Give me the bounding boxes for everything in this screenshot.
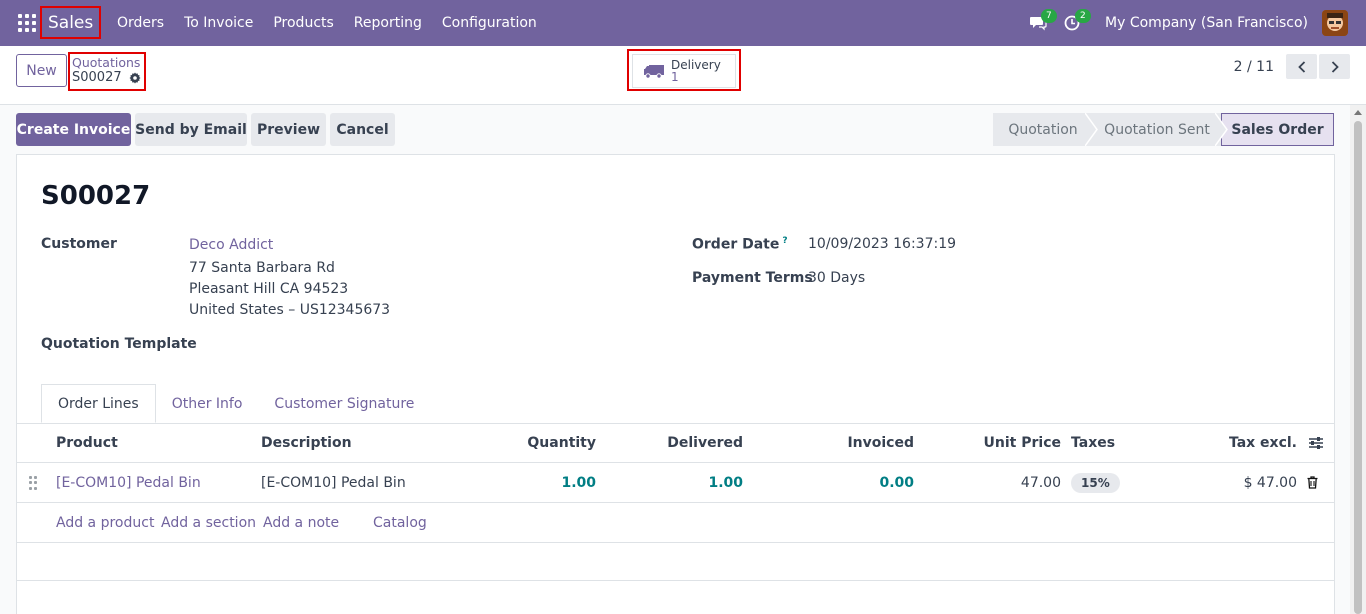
activities-button[interactable]: 2 bbox=[1055, 0, 1091, 46]
breadcrumb: Quotations S00027 bbox=[68, 52, 146, 91]
quotation-template-label: Quotation Template bbox=[41, 336, 197, 352]
column-description[interactable]: Description bbox=[261, 423, 352, 463]
breadcrumb-current: S00027 bbox=[72, 70, 142, 86]
stage-arrow-divider-2 bbox=[1215, 113, 1228, 146]
scroll-thumb[interactable] bbox=[1354, 121, 1362, 614]
preview-button[interactable]: Preview bbox=[251, 113, 326, 146]
payment-terms-field[interactable]: 30 Days bbox=[808, 270, 865, 286]
drag-handle-icon[interactable] bbox=[29, 476, 37, 490]
order-date-label-wrap: Order Date? bbox=[692, 236, 788, 253]
delivery-smart-text: Delivery 1 bbox=[671, 59, 721, 83]
record-pager: 2 / 11 bbox=[1234, 54, 1350, 79]
delivery-count: 1 bbox=[671, 70, 679, 84]
new-button[interactable]: New bbox=[16, 54, 67, 87]
breadcrumb-current-label: S00027 bbox=[72, 70, 122, 85]
catalog-link[interactable]: Catalog bbox=[373, 503, 427, 543]
row-tax-excl: $ 47.00 bbox=[1243, 475, 1297, 491]
page-scrollbar[interactable] bbox=[1350, 105, 1366, 614]
menu-orders[interactable]: Orders bbox=[107, 0, 174, 46]
pager-value[interactable]: 2 / 11 bbox=[1234, 59, 1274, 75]
row-taxes[interactable]: 15% bbox=[1071, 463, 1120, 503]
control-panel: New Quotations S00027 Delivery 1 2 / 11 bbox=[0, 46, 1366, 105]
pager-next-button[interactable] bbox=[1319, 54, 1350, 79]
chevron-left-icon bbox=[1297, 60, 1305, 73]
add-product-link[interactable]: Add a product bbox=[56, 503, 154, 543]
user-avatar[interactable] bbox=[1322, 10, 1348, 36]
send-by-email-button[interactable]: Send by Email bbox=[135, 113, 247, 146]
tab-other-info[interactable]: Other Info bbox=[156, 384, 259, 423]
table-header: Product Description Quantity Delivered I… bbox=[17, 423, 1334, 463]
menu-reporting[interactable]: Reporting bbox=[344, 0, 432, 46]
order-date-help-icon[interactable]: ? bbox=[782, 236, 787, 246]
column-unit-price[interactable]: Unit Price bbox=[957, 423, 1061, 463]
add-note-link[interactable]: Add a note bbox=[263, 503, 339, 543]
gear-icon[interactable] bbox=[129, 72, 141, 84]
order-lines-table: Product Description Quantity Delivered I… bbox=[17, 423, 1334, 581]
app-name-sales[interactable]: Sales bbox=[40, 6, 102, 39]
tab-customer-signature[interactable]: Customer Signature bbox=[258, 384, 430, 423]
add-section-link[interactable]: Add a section bbox=[161, 503, 256, 543]
add-line-row: Add a product Add a section Add a note C… bbox=[17, 503, 1334, 543]
stage-sales-order[interactable]: Sales Order bbox=[1221, 113, 1334, 146]
customer-label: Customer bbox=[41, 236, 117, 252]
apps-grid-icon[interactable] bbox=[18, 14, 36, 32]
payment-terms-label: Payment Terms bbox=[692, 270, 813, 286]
activities-count-badge: 2 bbox=[1075, 9, 1091, 23]
row-delivered[interactable]: 1.00 bbox=[637, 463, 743, 503]
breadcrumb-quotations-link[interactable]: Quotations bbox=[72, 56, 142, 70]
stage-quotation-sent[interactable]: Quotation Sent bbox=[1093, 113, 1221, 146]
notebook-tabs: Order Lines Other Info Customer Signatur… bbox=[41, 384, 430, 424]
column-product[interactable]: Product bbox=[56, 423, 118, 463]
stage-arrow-divider-1 bbox=[1085, 113, 1098, 146]
column-taxes[interactable]: Taxes bbox=[1071, 423, 1115, 463]
user-avatar-icon bbox=[1322, 10, 1348, 36]
customer-name-link[interactable]: Deco Addict bbox=[189, 237, 273, 253]
table-row[interactable]: [E-COM10] Pedal Bin [E-COM10] Pedal Bin … bbox=[17, 463, 1334, 503]
customer-address-line3: United States – US12345673 bbox=[189, 302, 391, 318]
chevron-right-icon bbox=[1331, 60, 1339, 73]
form-sheet: S00027 Customer Deco Addict 77 Santa Bar… bbox=[16, 154, 1335, 614]
menu-configuration[interactable]: Configuration bbox=[432, 0, 547, 46]
pager-previous-button[interactable] bbox=[1286, 54, 1317, 79]
row-unit-price[interactable]: 47.00 bbox=[957, 463, 1061, 503]
truck-icon bbox=[644, 65, 664, 79]
create-invoice-button[interactable]: Create Invoice bbox=[16, 113, 131, 146]
form-statusbar: Create Invoice Send by Email Preview Can… bbox=[16, 113, 1350, 146]
column-tax-excl[interactable]: Tax excl. bbox=[1197, 423, 1297, 463]
customer-address-line2: Pleasant Hill CA 94523 bbox=[189, 281, 349, 297]
main-menu: Orders To Invoice Products Reporting Con… bbox=[107, 0, 547, 46]
stage-quotation[interactable]: Quotation bbox=[993, 113, 1093, 146]
row-quantity[interactable]: 1.00 bbox=[497, 463, 596, 503]
customer-address-line1: 77 Santa Barbara Rd bbox=[189, 260, 335, 276]
scroll-up-arrow-icon[interactable] bbox=[1354, 110, 1362, 115]
cancel-button[interactable]: Cancel bbox=[330, 113, 395, 146]
delivery-smart-button[interactable]: Delivery 1 bbox=[632, 54, 736, 88]
tab-order-lines[interactable]: Order Lines bbox=[41, 384, 156, 423]
company-switcher[interactable]: My Company (San Francisco) bbox=[1105, 15, 1308, 31]
menu-to-invoice[interactable]: To Invoice bbox=[174, 0, 263, 46]
top-navbar: Sales Orders To Invoice Products Reporti… bbox=[0, 0, 1366, 46]
row-description[interactable]: [E-COM10] Pedal Bin bbox=[261, 463, 406, 503]
tax-badge: 15% bbox=[1071, 473, 1120, 493]
column-delivered[interactable]: Delivered bbox=[637, 423, 743, 463]
row-invoiced: 0.00 bbox=[879, 475, 914, 491]
order-date-field[interactable]: 10/09/2023 16:37:19 bbox=[808, 236, 956, 252]
menu-products[interactable]: Products bbox=[263, 0, 343, 46]
column-quantity[interactable]: Quantity bbox=[497, 423, 596, 463]
order-title: S00027 bbox=[41, 181, 151, 211]
optional-columns-icon[interactable] bbox=[1308, 436, 1324, 450]
row-product[interactable]: [E-COM10] Pedal Bin bbox=[56, 463, 201, 503]
delivery-smart-button-highlight: Delivery 1 bbox=[627, 49, 741, 91]
trash-icon[interactable] bbox=[1307, 476, 1318, 489]
empty-row bbox=[17, 543, 1334, 581]
column-invoiced[interactable]: Invoiced bbox=[797, 423, 914, 463]
order-date-label: Order Date bbox=[692, 236, 780, 253]
messages-button[interactable]: 7 bbox=[1021, 0, 1057, 46]
navbar-systray: 7 2 My Company (San Francisco) bbox=[1021, 0, 1366, 46]
